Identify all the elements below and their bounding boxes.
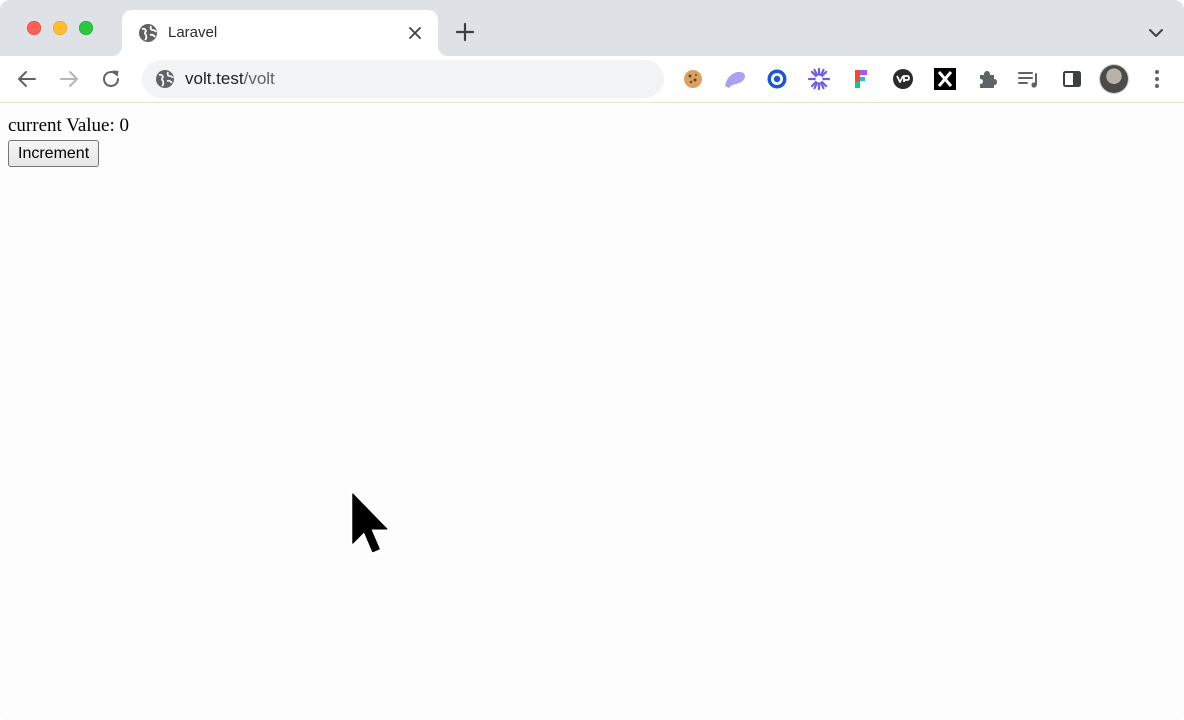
figma-f-icon[interactable] <box>849 67 873 91</box>
address-bar[interactable]: volt.test/volt <box>142 60 664 98</box>
more-menu-icon[interactable] <box>1145 67 1169 91</box>
chevron-down-icon[interactable] <box>1146 24 1166 42</box>
vp-badge-icon[interactable] <box>891 67 915 91</box>
starburst-icon[interactable] <box>807 67 831 91</box>
ghost-icon[interactable] <box>723 67 747 91</box>
window-minimize-button[interactable] <box>53 21 67 35</box>
tab-laravel[interactable]: Laravel <box>122 10 438 56</box>
new-tab-plus-icon[interactable] <box>454 21 476 43</box>
page-viewport: current Value: 0 Increment <box>0 103 1184 720</box>
counter-value-text: current Value: 0 <box>8 115 129 136</box>
url-host: volt.test <box>185 69 244 88</box>
reload-icon[interactable] <box>99 67 123 91</box>
target-circle-icon[interactable] <box>765 67 789 91</box>
close-icon[interactable] <box>406 24 424 42</box>
tab-title: Laravel <box>168 24 218 41</box>
globe-icon[interactable] <box>155 69 175 89</box>
url-path: /volt <box>243 69 275 88</box>
globe-icon <box>139 24 157 42</box>
x-logo-icon[interactable] <box>933 67 957 91</box>
browser-window: Laravel volt.test/volt current Value: 0 … <box>0 0 1184 720</box>
side-panel-icon[interactable] <box>1060 67 1084 91</box>
mouse-pointer-icon <box>350 491 390 556</box>
window-zoom-button[interactable] <box>79 21 93 35</box>
forward-arrow-icon[interactable] <box>57 67 81 91</box>
window-close-button[interactable] <box>27 21 41 35</box>
puzzle-icon[interactable] <box>975 67 999 91</box>
url-text[interactable]: volt.test/volt <box>185 69 275 89</box>
cookie-icon[interactable] <box>681 67 705 91</box>
back-arrow-icon[interactable] <box>15 67 39 91</box>
browser-toolbar: volt.test/volt <box>0 56 1184 103</box>
tab-strip: Laravel <box>0 0 1184 56</box>
increment-button[interactable]: Increment <box>8 140 100 167</box>
reading-list-icon[interactable] <box>1017 67 1041 91</box>
profile-avatar[interactable] <box>1100 65 1128 93</box>
